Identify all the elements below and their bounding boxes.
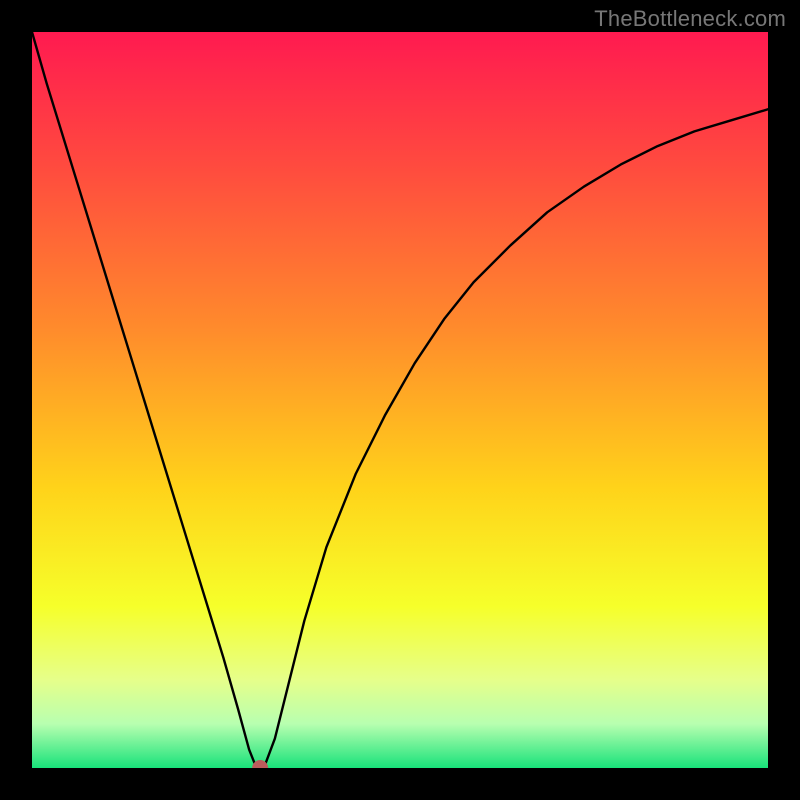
gradient-background	[32, 32, 768, 768]
bottleneck-plot	[32, 32, 768, 768]
watermark-text: TheBottleneck.com	[594, 6, 786, 32]
chart-frame: TheBottleneck.com	[0, 0, 800, 800]
